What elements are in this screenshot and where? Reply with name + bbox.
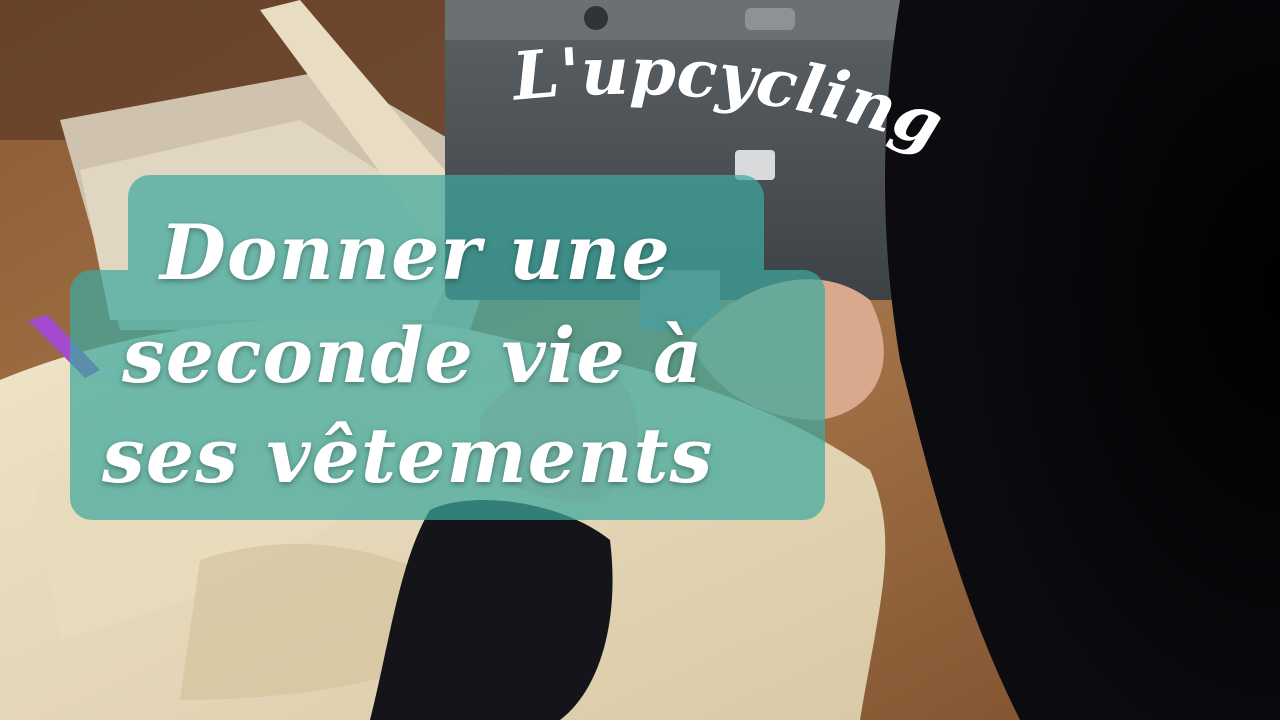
svg-text:L'upcycling: L'upcycling — [507, 32, 953, 165]
headline-line-3: ses vêtements — [102, 411, 714, 500]
headline-line-1: Donner une — [160, 208, 671, 297]
headline-line-2: seconde vie à — [122, 311, 704, 400]
arc-title-text: L'upcycling — [507, 31, 954, 165]
